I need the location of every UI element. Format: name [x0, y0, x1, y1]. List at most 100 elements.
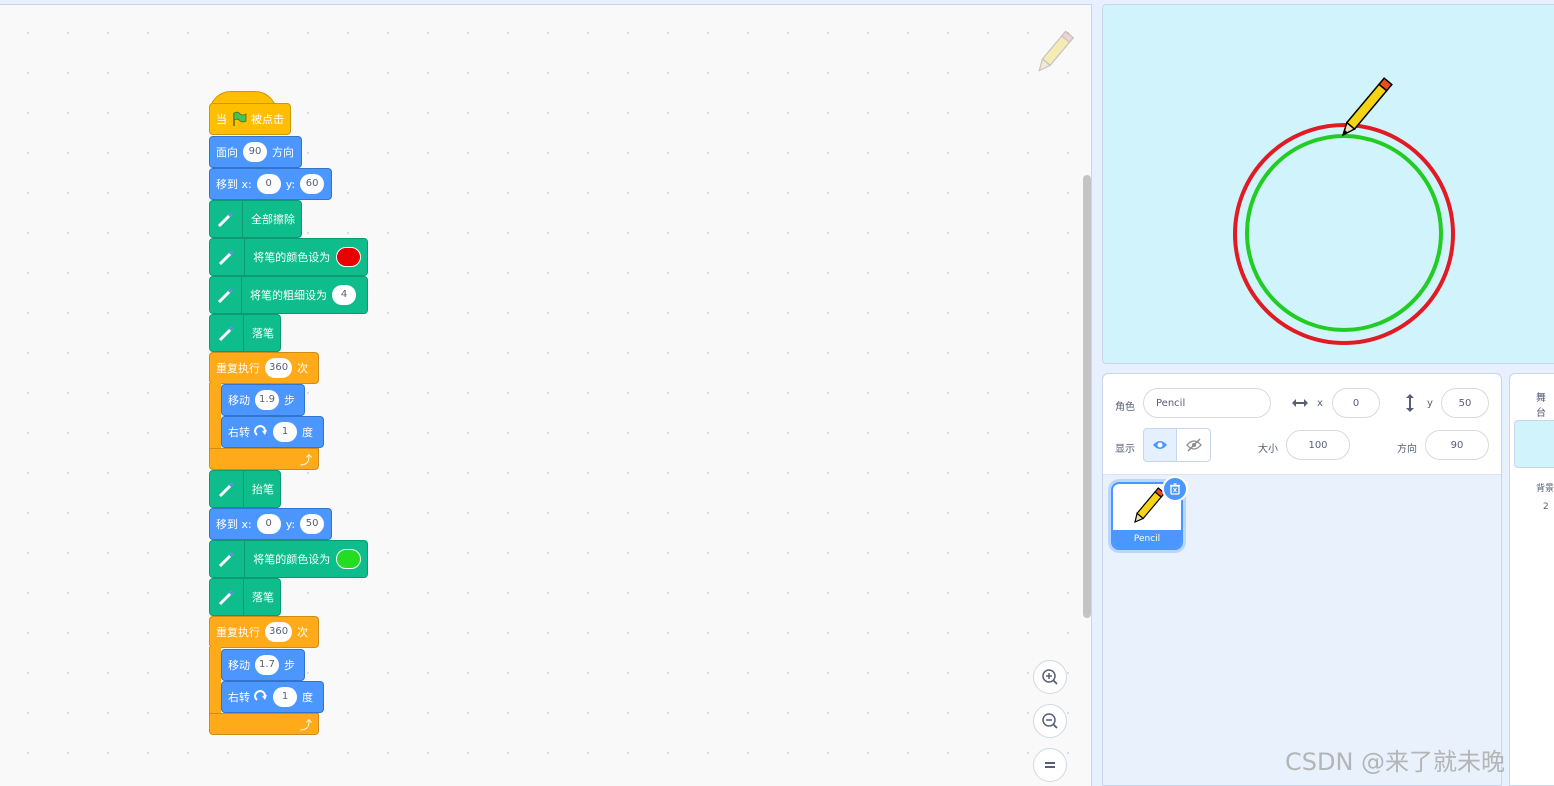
eye-icon — [1153, 441, 1167, 449]
zoom-in-icon — [1042, 669, 1058, 685]
steps-input[interactable]: 1.9 — [255, 390, 279, 410]
pen-size-input[interactable]: 4 — [332, 285, 356, 305]
delete-sprite-button[interactable] — [1162, 476, 1188, 502]
steps-input[interactable]: 1.7 — [255, 655, 279, 675]
x-position-input[interactable]: 0 — [1332, 388, 1380, 418]
point-in-direction-block[interactable]: 面向 90 方向 — [209, 136, 302, 168]
block-text: 移动 — [228, 659, 250, 672]
zoom-in-button[interactable] — [1033, 660, 1067, 694]
goto-xy-block[interactable]: 移到 x: 0 y: 60 — [209, 168, 332, 200]
pen-down-block[interactable]: 落笔 — [209, 578, 281, 616]
when-flag-clicked-block[interactable]: 当 被点击 — [209, 103, 291, 135]
block-text: y: — [285, 177, 296, 191]
block-text: 落笔 — [252, 591, 274, 604]
pen-extension-icon — [210, 541, 246, 577]
sprite-pencil-icon — [1038, 30, 1075, 72]
repeat-block[interactable]: 重复执行 360 次 — [209, 616, 319, 648]
pen-extension-icon — [210, 579, 244, 615]
show-label: 显示 — [1115, 444, 1135, 455]
zoom-reset-button[interactable] — [1033, 748, 1067, 782]
watermark-text: CSDN @来了就未晚 — [1285, 748, 1506, 776]
x-input[interactable]: 0 — [256, 514, 281, 534]
loop-arrow-icon: ⤴ — [299, 452, 312, 467]
turn-right-block[interactable]: 右转 1 度 — [221, 416, 324, 448]
repeat-c-arm — [209, 647, 221, 713]
size-label: 大小 — [1258, 444, 1278, 455]
set-pen-color-block[interactable]: 将笔的颜色设为 — [209, 540, 368, 578]
block-text: 移到 x: — [216, 518, 252, 531]
stage-thumbnail[interactable] — [1514, 420, 1554, 468]
erase-all-block[interactable]: 全部擦除 — [209, 200, 302, 238]
degrees-input[interactable]: 1 — [273, 422, 297, 442]
block-text: 右转 — [228, 426, 250, 439]
x-input[interactable]: 0 — [256, 174, 281, 194]
block-text: 将笔的颜色设为 — [253, 251, 331, 264]
set-pen-size-block[interactable]: 将笔的粗细设为 4 — [209, 276, 368, 314]
goto-xy-block[interactable]: 移到 x: 0 y: 50 — [209, 508, 332, 540]
block-text: 步 — [284, 394, 295, 407]
trash-icon — [1170, 483, 1180, 495]
show-hidden-button[interactable] — [1177, 428, 1211, 462]
sprite-thumbnail-label: Pencil — [1113, 530, 1181, 548]
pen-extension-icon — [210, 315, 244, 351]
block-text: 右转 — [228, 691, 250, 704]
sprite-info-panel: 角色 Pencil x 0 y 50 显示 大小 100 方向 90 — [1103, 374, 1501, 475]
pen-up-block[interactable]: 抬笔 — [209, 470, 281, 508]
code-area[interactable] — [0, 4, 1092, 786]
block-text: 度 — [302, 426, 313, 439]
horizontal-arrows-icon — [1292, 399, 1308, 407]
block-text: 移动 — [228, 394, 250, 407]
code-scrollbar[interactable] — [1083, 175, 1091, 618]
show-visible-button[interactable] — [1143, 428, 1177, 462]
block-text: 步 — [284, 659, 295, 672]
zoom-out-icon — [1042, 713, 1058, 729]
stage-selector-pane[interactable]: 舞台 背景 2 — [1509, 373, 1554, 786]
stage-canvas[interactable] — [1102, 4, 1554, 364]
y-label: y — [1427, 398, 1433, 409]
block-text: 被点击 — [251, 113, 284, 126]
pen-extension-icon — [210, 277, 242, 313]
set-pen-color-block[interactable]: 将笔的颜色设为 — [209, 238, 368, 276]
move-steps-block[interactable]: 移动 1.7 步 — [221, 649, 305, 681]
block-text: 重复执行 — [216, 362, 260, 375]
direction-label: 方向 — [1397, 444, 1417, 455]
block-text: 当 — [216, 113, 227, 126]
red-circle-drawing — [1233, 123, 1455, 345]
stage-drawing — [1233, 77, 1455, 345]
y-input[interactable]: 60 — [300, 174, 325, 194]
y-input[interactable]: 50 — [300, 514, 325, 534]
loop-arrow-icon: ⤴ — [299, 717, 312, 732]
size-input[interactable]: 100 — [1286, 430, 1350, 460]
x-label: x — [1317, 398, 1323, 409]
repeat-end: ⤴ — [209, 448, 319, 470]
move-steps-block[interactable]: 移动 1.9 步 — [221, 384, 305, 416]
repeat-count-input[interactable]: 360 — [265, 358, 293, 378]
block-text: 移到 x: — [216, 178, 252, 191]
backdrops-label: 背景 — [1536, 484, 1554, 494]
zoom-out-button[interactable] — [1033, 704, 1067, 738]
block-text: 抬笔 — [252, 483, 274, 496]
repeat-count-input[interactable]: 360 — [265, 622, 293, 642]
turn-right-block[interactable]: 右转 1 度 — [221, 681, 324, 713]
repeat-block[interactable]: 重复执行 360 次 — [209, 352, 319, 384]
block-text: 落笔 — [252, 327, 274, 340]
rotate-right-icon — [254, 690, 267, 701]
direction-input[interactable]: 90 — [243, 142, 267, 162]
pencil-sprite-icon — [1341, 77, 1393, 137]
eye-slash-icon — [1185, 438, 1202, 452]
block-text: 重复执行 — [216, 626, 260, 639]
sprite-label: 角色 — [1115, 402, 1135, 413]
block-text: y: — [285, 517, 296, 531]
vertical-arrows-icon — [1406, 394, 1414, 412]
color-swatch-input[interactable] — [336, 247, 361, 267]
green-flag-icon — [233, 111, 247, 126]
equals-icon — [1045, 762, 1055, 768]
direction-input[interactable]: 90 — [1425, 430, 1489, 460]
pen-down-block[interactable]: 落笔 — [209, 314, 281, 352]
stage-pane-title: 舞台 — [1536, 393, 1546, 419]
sprite-name-input[interactable]: Pencil — [1143, 388, 1271, 418]
color-swatch-input[interactable] — [336, 549, 361, 569]
degrees-input[interactable]: 1 — [273, 687, 297, 707]
y-position-input[interactable]: 50 — [1441, 388, 1489, 418]
block-text: 方向 — [272, 146, 294, 159]
